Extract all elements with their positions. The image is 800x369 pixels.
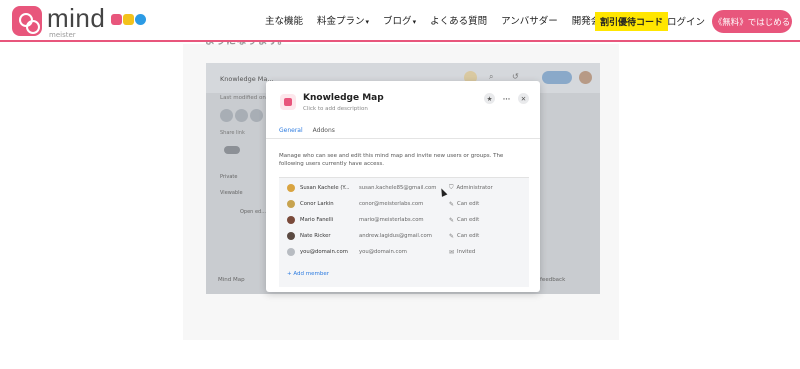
shield-icon: ⛉ (449, 184, 454, 191)
chevron-down-icon: ▾ (365, 18, 370, 26)
avatar (287, 216, 295, 224)
list-item[interactable]: Nate Ricker andrew.lagidus@gmail.com ✎ Ca… (287, 230, 479, 242)
nav-item-faq[interactable]: よくある質問 (430, 13, 487, 27)
member-name: Conor Larkin (300, 201, 334, 207)
app-badges (111, 14, 146, 25)
member-role[interactable]: ✉ Invited (449, 249, 475, 256)
chevron-down-icon: ▾ (412, 18, 417, 26)
member-email: conor@meisterlabs.com (359, 201, 424, 207)
member-email: andrew.lagidus@gmail.com (359, 233, 432, 239)
member-name: Susan Kachele (Y... (300, 185, 350, 191)
sharing-modal: Knowledge Map Click to add description ★… (266, 81, 540, 292)
list-item[interactable]: Mario Fanelli mario@meisterlabs.com ✎ Can… (287, 214, 479, 226)
site-header: mind meister 主な機能 料金プラン▾ ブログ▾ よくある質問 アンバ… (0, 0, 800, 42)
logo-icon (12, 6, 42, 36)
member-role[interactable]: ✎ Can edit (449, 201, 479, 208)
app-footer-left: Mind Map (218, 277, 245, 283)
pencil-icon: ✎ (449, 216, 455, 224)
app-row-private: Private (220, 174, 238, 180)
mindmap-icon (280, 94, 296, 110)
member-role[interactable]: ⛉ Administrator (449, 184, 493, 192)
app-row-viewable: Viewable (220, 190, 243, 196)
undo-icon: ↺ (512, 72, 519, 81)
star-icon[interactable]: ★ (484, 93, 495, 104)
nav-item-ambassador[interactable]: アンバサダー (501, 13, 558, 27)
app-share-toggle (224, 146, 240, 154)
app-map-subtitle: Last modified on (220, 95, 266, 101)
logo-sub: meister (49, 31, 76, 39)
list-item[interactable]: you@domain.com you@domain.com ✉ Invited (287, 246, 475, 258)
member-name: Nate Ricker (300, 233, 331, 239)
member-name: you@domain.com (300, 249, 348, 255)
more-icon[interactable]: ··· (501, 93, 512, 104)
nav-item-pricing[interactable]: 料金プラン▾ (317, 13, 369, 27)
app-footer-right: feedback (540, 277, 566, 283)
pencil-icon: ✎ (449, 232, 455, 240)
member-role[interactable]: ✎ Can edit (449, 233, 479, 240)
signup-button[interactable]: 《無料》ではじめる (712, 10, 792, 33)
avatar (287, 184, 295, 192)
list-item[interactable]: Conor Larkin conor@meisterlabs.com ✎ Can … (287, 198, 479, 210)
app-user-avatar (579, 71, 592, 84)
modal-description[interactable]: Click to add description (303, 106, 368, 112)
divider (266, 138, 540, 139)
nav-item-features[interactable]: 主な機能 (265, 13, 303, 27)
sharing-intro: Manage who can see and edit this mind ma… (279, 153, 504, 167)
app-share-label: Share link (220, 130, 245, 136)
add-member-button[interactable]: + Add member (287, 271, 329, 277)
avatar (287, 200, 295, 208)
member-email: mario@meisterlabs.com (359, 217, 424, 223)
app-share-button (542, 71, 572, 84)
member-list: Susan Kachele (Y... susan.kachele85@gmai… (279, 177, 529, 287)
member-email: susan.kachele85@gmail.com (359, 185, 437, 191)
login-link[interactable]: ログイン (667, 14, 705, 28)
mindmeister-badge-icon (111, 14, 122, 25)
envelope-icon: ✉ (449, 248, 455, 256)
member-role[interactable]: ✎ Can edit (449, 217, 479, 224)
main-nav: 主な機能 料金プラン▾ ブログ▾ よくある質問 アンバサダー 開発会社 (265, 13, 624, 27)
member-email: you@domain.com (359, 249, 407, 255)
logo-word: mind (47, 3, 106, 33)
avatar (287, 232, 295, 240)
meistertask-badge-icon (123, 14, 134, 25)
mindmeister-logo[interactable]: mind meister (12, 3, 106, 39)
app-avatars (220, 109, 263, 122)
member-name: Mario Fanelli (300, 217, 334, 223)
pencil-icon: ✎ (449, 200, 455, 208)
app-row-open: Open ed... (240, 209, 266, 215)
avatar (287, 248, 295, 256)
modal-title[interactable]: Knowledge Map (303, 93, 384, 103)
check-badge-icon (135, 14, 146, 25)
close-icon[interactable]: ✕ (518, 93, 529, 104)
avatar (220, 109, 233, 122)
list-item[interactable]: Susan Kachele (Y... susan.kachele85@gmai… (287, 182, 493, 194)
avatar (250, 109, 263, 122)
nav-item-blog[interactable]: ブログ▾ (383, 13, 416, 27)
avatar (235, 109, 248, 122)
coupon-link[interactable]: 割引優待コード (595, 12, 669, 31)
